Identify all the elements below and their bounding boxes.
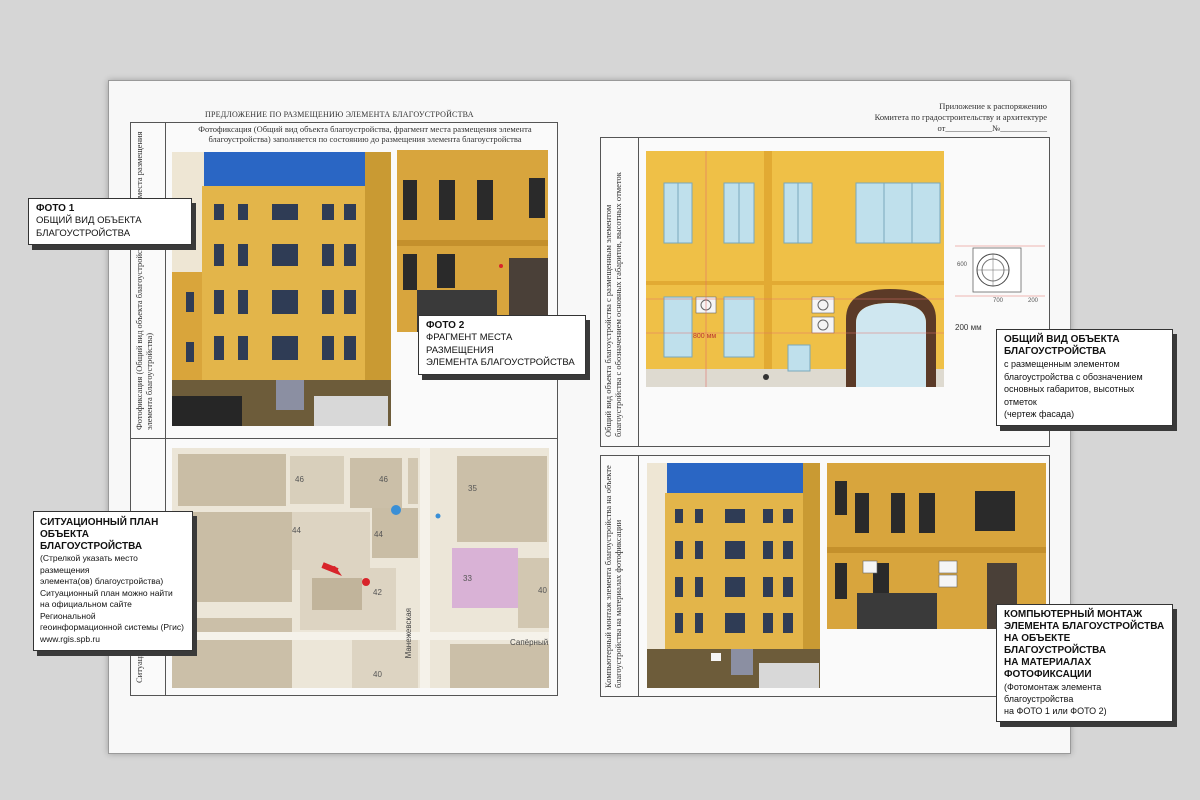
facade-drawing-illustration	[646, 151, 944, 387]
photo-caption: Фотофиксация (Общий вид объекта благоуст…	[198, 124, 532, 144]
appendix-line-2: Комитета по градостроительству и архитек…	[874, 112, 1047, 122]
map-street-saperny: Сапёрный	[510, 638, 549, 647]
dim-label-200b: 200	[1028, 298, 1039, 304]
map-label-44a: 44	[292, 526, 301, 535]
montage-photo-1-illustration	[647, 463, 820, 688]
facade-side-divider	[638, 137, 639, 446]
photo-2-fragment	[397, 150, 548, 332]
building-photo-1-illustration	[172, 152, 391, 426]
callout-montage-title: КОМПЬЮТЕРНЫЙ МОНТАЖ ЭЛЕМЕНТА БЛАГОУСТРОЙ…	[1004, 609, 1165, 680]
dim-label-200mm: 200 мм	[955, 323, 982, 332]
appendix-line-1: Приложение к распоряжению	[939, 101, 1047, 111]
map-label-44b: 44	[374, 530, 383, 539]
callout-photo-2: ФОТО 2 ФРАГМЕНТ МЕСТА РАЗМЕЩЕНИЯ ЭЛЕМЕНТ…	[418, 315, 586, 375]
callout-plan-desc: (Стрелкой указать место размещения элеме…	[40, 553, 184, 644]
map-label-40b: 40	[538, 586, 547, 595]
appendix-note: Приложение к распоряжению Комитета по гр…	[820, 101, 1047, 134]
callout-facade-desc: с размещенным элементом благоустройства …	[1004, 359, 1143, 419]
situation-plan-map: 46 46 44 44 42 40 35 33 40 Манежевская С…	[172, 448, 549, 688]
dim-label-700: 700	[993, 298, 1004, 304]
callout-facade-title: ОБЩИЙ ВИД ОБЪЕКТА БЛАГОУСТРОЙСТВА	[1004, 334, 1120, 357]
map-label-46b: 46	[379, 475, 388, 484]
document-title: ПРЕДЛОЖЕНИЕ ПО РАЗМЕЩЕНИЮ ЭЛЕМЕНТА БЛАГО…	[205, 110, 474, 119]
callout-photo-2-title: ФОТО 2	[426, 320, 465, 331]
map-label-40: 40	[373, 670, 382, 679]
situation-plan-illustration	[172, 448, 549, 688]
montage-side-divider	[638, 455, 639, 696]
facade-drawing: 800 мм	[646, 151, 944, 387]
map-label-42: 42	[373, 588, 382, 597]
callout-montage-desc: (Фотомонтаж элемента благоустройства на …	[1004, 682, 1107, 716]
facade-side-label: Общий вид объекта благоустройства с разм…	[603, 172, 623, 437]
callout-photo-1-title: ФОТО 1	[36, 203, 75, 214]
ac-unit-detail: 600 700 200	[955, 240, 1045, 310]
callout-plan-title: СИТУАЦИОННЫЙ ПЛАН ОБЪЕКТА БЛАГОУСТРОЙСТВ…	[40, 517, 159, 552]
montage-side-label: Компьютерный монтаж элемента благоустрой…	[603, 465, 623, 688]
appendix-line-3: от___________№___________	[937, 123, 1047, 133]
fragment-photo-illustration	[397, 150, 548, 332]
map-label-35: 35	[468, 484, 477, 493]
dim-label-600: 600	[957, 262, 968, 268]
left-row-divider	[130, 438, 557, 439]
map-street-manezhevskaya: Манежевская	[404, 608, 413, 659]
callout-photo-2-desc: ФРАГМЕНТ МЕСТА РАЗМЕЩЕНИЯ ЭЛЕМЕНТА БЛАГО…	[426, 332, 575, 368]
map-label-46a: 46	[295, 475, 304, 484]
montage-photo-building	[647, 463, 820, 688]
callout-photo-1: ФОТО 1 ОБЩИЙ ВИД ОБЪЕКТА БЛАГОУСТРОЙСТВА	[28, 198, 192, 245]
callout-photo-1-desc: ОБЩИЙ ВИД ОБЪЕКТА БЛАГОУСТРОЙСТВА	[36, 215, 142, 239]
callout-facade: ОБЩИЙ ВИД ОБЪЕКТА БЛАГОУСТРОЙСТВА с разм…	[996, 329, 1173, 426]
callout-montage: КОМПЬЮТЕРНЫЙ МОНТАЖ ЭЛЕМЕНТА БЛАГОУСТРОЙ…	[996, 604, 1173, 722]
callout-situation-plan: СИТУАЦИОННЫЙ ПЛАН ОБЪЕКТА БЛАГОУСТРОЙСТВ…	[33, 511, 193, 651]
map-label-33: 33	[463, 574, 472, 583]
dim-label-800: 800 мм	[693, 333, 717, 340]
photo-1-building	[172, 152, 391, 426]
photo-side-label: Фотофиксация (Общий вид объекта благоуст…	[134, 131, 154, 430]
